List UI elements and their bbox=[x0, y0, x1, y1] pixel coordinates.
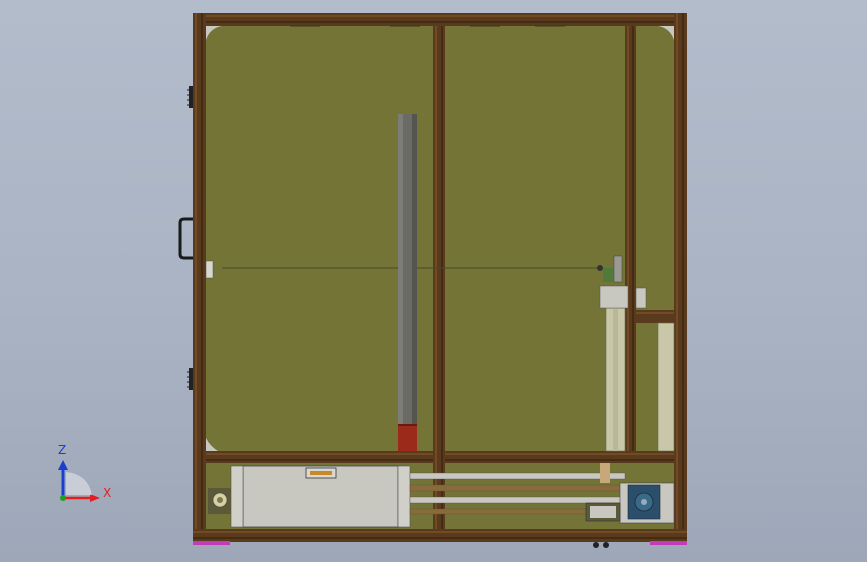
axis-x-label: X bbox=[103, 486, 112, 500]
coordinate-triad-icon bbox=[58, 460, 100, 502]
axis-z-label: Z bbox=[58, 443, 67, 457]
